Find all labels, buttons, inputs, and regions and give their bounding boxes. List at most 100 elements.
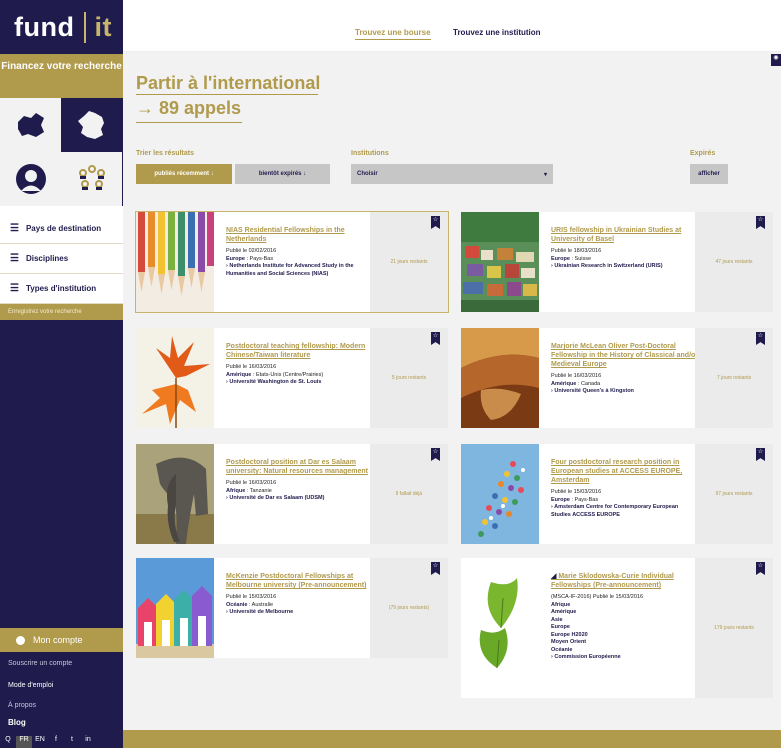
- card-institution[interactable]: › Université Washington de St. Louis: [226, 379, 321, 385]
- nav-find-grant[interactable]: Trouvez une bourse: [355, 28, 431, 40]
- card-deadline: 47 jours restants: [695, 212, 773, 312]
- days-remaining: 179 jours restants: [714, 625, 754, 631]
- lang-fr[interactable]: FR: [16, 736, 32, 748]
- card-title[interactable]: Four postdoctoral research position in E…: [551, 458, 699, 485]
- card-title[interactable]: URIS fellowship in Ukrainian Studies at …: [551, 226, 699, 244]
- card-country: : Pays-Bas: [244, 255, 274, 262]
- page-title: Partir à l'international: [136, 73, 321, 93]
- card-title[interactable]: ◢ Marie Sklodowska-Curie Individual Fell…: [551, 572, 699, 590]
- institutions-select[interactable]: Choisir ▾: [351, 164, 553, 184]
- grant-card[interactable]: URIS fellowship in Ukrainian Studies at …: [461, 212, 773, 312]
- researcher-icon[interactable]: [0, 152, 61, 206]
- card-deadline: 7 jours restants: [695, 328, 773, 428]
- list-icon: ☰: [10, 223, 19, 234]
- card-image-canyon: [461, 328, 539, 428]
- institutions-label: Institutions: [351, 150, 389, 157]
- linkedin-icon[interactable]: in: [80, 736, 96, 748]
- create-account-link[interactable]: Souscrire un compte: [0, 660, 123, 667]
- card-image-confetti: [461, 444, 539, 544]
- card-published: (MSCA-IF-2016) Publié le 15/03/2016: [551, 594, 644, 600]
- card-institution[interactable]: › Amsterdam Centre for Contemporary Euro…: [551, 504, 678, 518]
- card-deadline: 5 jours restants: [370, 328, 448, 428]
- card-region: Europe: [551, 624, 570, 630]
- grant-card[interactable]: NIAS Residential Fellowships in the Neth…: [136, 212, 448, 312]
- group-icon[interactable]: [61, 152, 122, 206]
- menu-types-institution[interactable]: ☰ Types d'institution: [0, 274, 123, 304]
- grant-card[interactable]: McKenzie Postdoctoral Fellowships at Mel…: [136, 558, 448, 658]
- card-published: Publié le 16/03/2016: [551, 373, 602, 379]
- card-institution[interactable]: › Université de Dar es Salaam (UDSM): [226, 495, 324, 501]
- card-published: Publié le 16/03/2016: [226, 364, 277, 370]
- chevron-down-icon: ▾: [543, 171, 547, 178]
- card-deadline: Il fallait déjà: [370, 444, 448, 544]
- card-region: Asie: [551, 616, 563, 623]
- grant-card[interactable]: Postdoctoral position at Dar es Salaam u…: [136, 444, 448, 544]
- card-region: Afrique: [226, 487, 246, 494]
- card-institution[interactable]: › Ukrainian Research in Switzerland (URI…: [551, 263, 663, 269]
- save-search-link[interactable]: Enregistrez votre recherche: [0, 304, 123, 320]
- world-map-icon[interactable]: [0, 98, 61, 152]
- tagline: Financez votre recherche: [0, 54, 123, 98]
- card-region: Europe: [551, 496, 570, 503]
- show-expired-button[interactable]: afficher: [690, 164, 728, 184]
- france-map-icon[interactable]: [61, 98, 122, 152]
- facebook-icon[interactable]: f: [48, 736, 64, 748]
- results-count: → 89 appels: [136, 98, 242, 118]
- card-country: : Canada: [576, 380, 601, 387]
- card-region: Amérique: [551, 609, 577, 615]
- account-button[interactable]: Mon compte: [0, 628, 123, 652]
- card-institution[interactable]: › Université de Melbourne: [226, 609, 293, 615]
- sort-recent-button[interactable]: publiés récemment ↓: [136, 164, 232, 184]
- card-image-beach-huts: [136, 558, 214, 658]
- sort-expiring-button[interactable]: bientôt expirés ↓: [235, 164, 330, 184]
- menu-disciplines[interactable]: ☰ Disciplines: [0, 244, 123, 274]
- card-region: Océanie: [551, 646, 573, 653]
- card-country: : Australie: [247, 601, 274, 608]
- card-title[interactable]: NIAS Residential Fellowships in the Neth…: [226, 226, 374, 244]
- days-remaining: (79 jours restants): [388, 605, 430, 611]
- card-published: Publié le 15/03/2016: [226, 594, 277, 600]
- list-icon: ☰: [10, 283, 19, 294]
- search-icon[interactable]: Q: [0, 736, 16, 748]
- card-country: : Tanzanie: [245, 487, 272, 494]
- logo-fund: fund: [14, 11, 75, 42]
- social-bar: Q FR EN f t in: [0, 736, 123, 748]
- blog-link[interactable]: Blog: [0, 718, 123, 727]
- card-title[interactable]: McKenzie Postdoctoral Fellowships at Mel…: [226, 572, 374, 590]
- card-title[interactable]: Postdoctoral position at Dar es Salaam u…: [226, 458, 374, 476]
- rss-icon[interactable]: ◉: [771, 54, 781, 66]
- chart-icon: ◢: [551, 573, 557, 580]
- card-institution[interactable]: › Université Queen's à Kingston: [551, 388, 634, 394]
- card-region: Europe: [551, 255, 570, 262]
- grant-card[interactable]: ◢ Marie Sklodowska-Curie Individual Fell…: [461, 558, 773, 698]
- grant-card[interactable]: Marjorie McLean Oliver Post-Doctoral Fel…: [461, 328, 773, 428]
- menu-pays-destination[interactable]: ☰ Pays de destination: [0, 214, 123, 244]
- logo[interactable]: fund it: [0, 0, 123, 54]
- card-region: Europe H2020: [551, 631, 588, 638]
- user-icon: [16, 635, 25, 645]
- twitter-icon[interactable]: t: [64, 736, 80, 748]
- card-image-pencils: [136, 212, 214, 312]
- card-region: Europe: [226, 255, 245, 262]
- lang-en[interactable]: EN: [32, 736, 48, 748]
- card-title[interactable]: Postdoctoral teaching fellowship: Modern…: [226, 342, 374, 360]
- card-region: Afrique: [551, 601, 571, 608]
- days-remaining: Il fallait déjà: [395, 491, 423, 497]
- grant-card[interactable]: Postdoctoral teaching fellowship: Modern…: [136, 328, 448, 428]
- card-region: Amérique: [226, 371, 252, 378]
- card-published: Publié le 16/03/2016: [226, 480, 277, 486]
- card-image-elephant: [136, 444, 214, 544]
- card-deadline: 179 jours restants: [695, 558, 773, 698]
- card-institution[interactable]: › Netherlands Institute for Advanced Stu…: [226, 263, 354, 277]
- card-title[interactable]: Marjorie McLean Oliver Post-Doctoral Fel…: [551, 342, 699, 369]
- days-remaining: 47 jours restants: [715, 259, 753, 265]
- card-published: Publié le 02/02/2016: [226, 248, 277, 254]
- card-institution[interactable]: › Commission Européenne: [551, 654, 621, 660]
- nav-find-institution[interactable]: Trouvez une institution: [453, 28, 541, 37]
- grant-card[interactable]: Four postdoctoral research position in E…: [461, 444, 773, 544]
- card-deadline: 21 jours restants: [370, 212, 448, 312]
- days-remaining: 7 jours restants: [716, 375, 752, 381]
- about-link[interactable]: À propos: [0, 702, 123, 709]
- user-guide-link[interactable]: Mode d'emploi: [0, 682, 123, 689]
- card-region: Amérique: [551, 380, 577, 387]
